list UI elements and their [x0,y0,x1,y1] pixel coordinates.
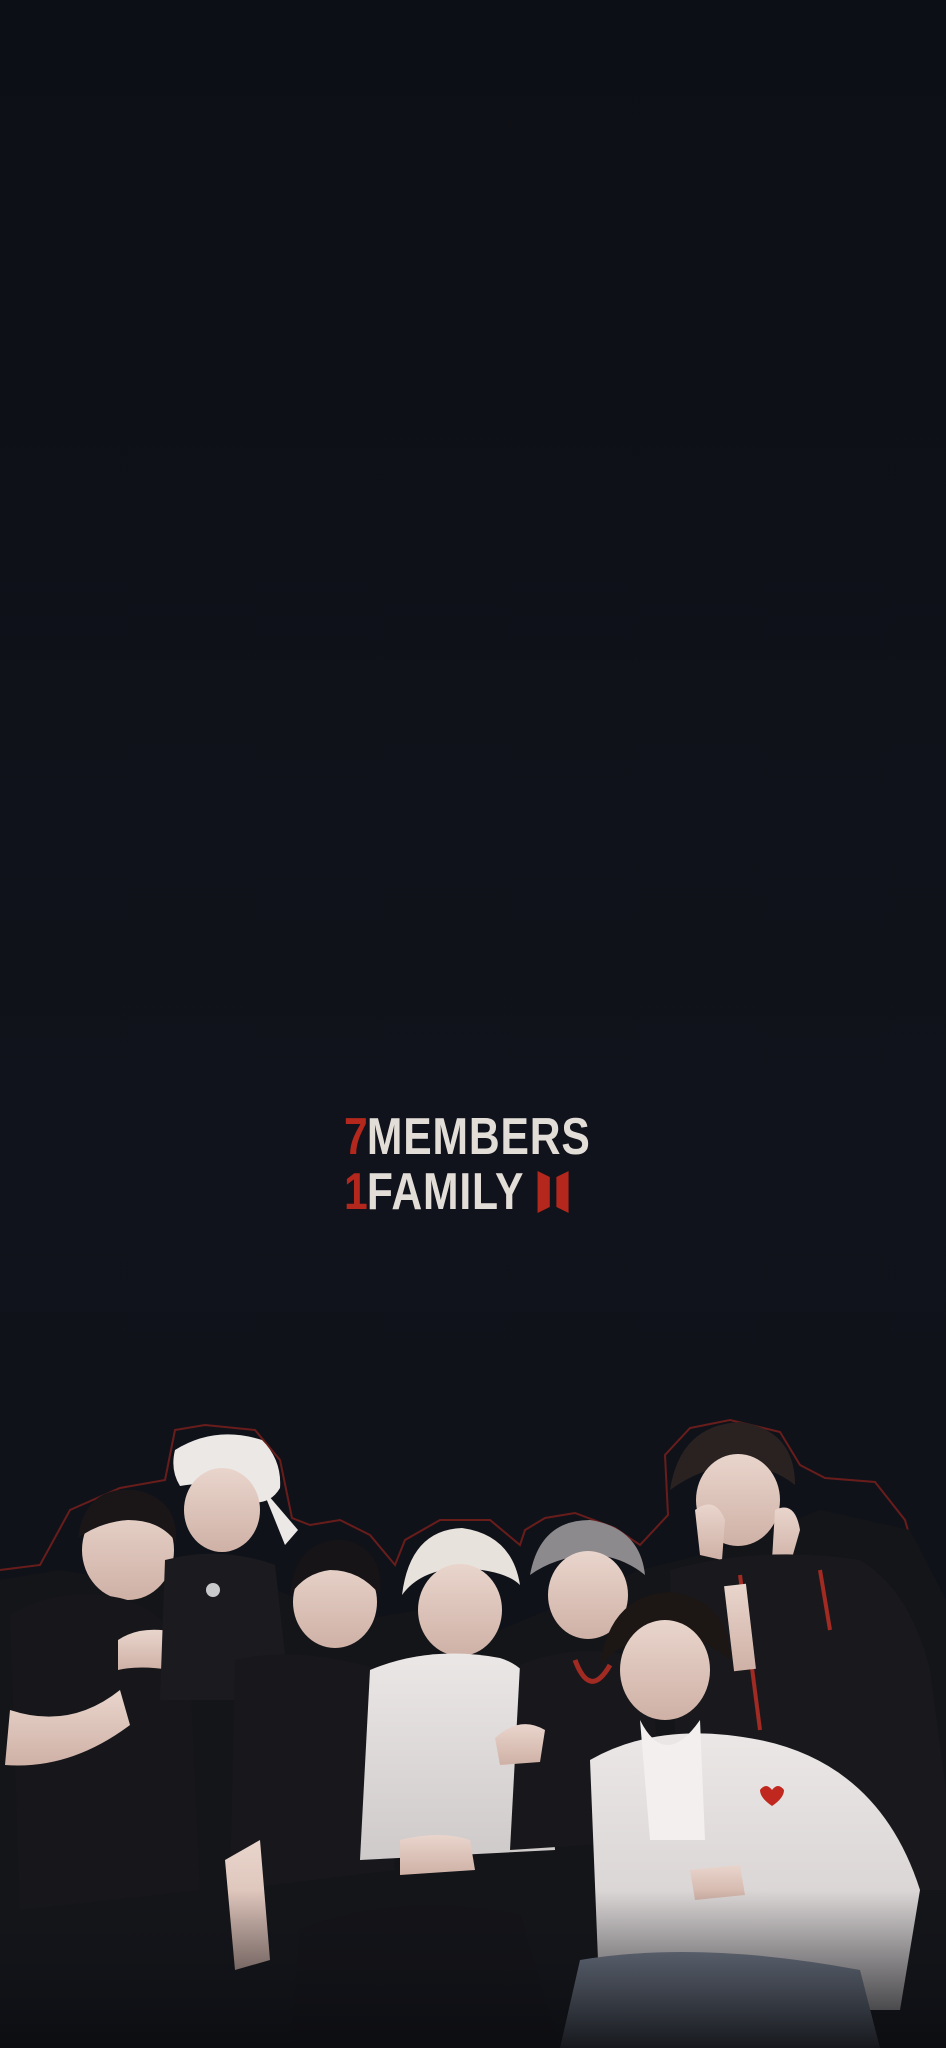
slogan-number-7: 7 [344,1108,368,1166]
group-photo [0,1418,946,2048]
slogan-line-2: 1 FAMILY [344,1163,591,1218]
slogan-number-1: 1 [344,1163,368,1221]
slogan: 7 MEMBERS 1 FAMILY [344,1108,591,1218]
slogan-word-members: MEMBERS [366,1108,591,1166]
slogan-line-1: 7 MEMBERS [344,1108,591,1163]
wallpaper: 7 MEMBERS 1 FAMILY [0,0,946,2048]
bts-emblem-icon [537,1171,569,1213]
slogan-word-family: FAMILY [366,1163,525,1221]
